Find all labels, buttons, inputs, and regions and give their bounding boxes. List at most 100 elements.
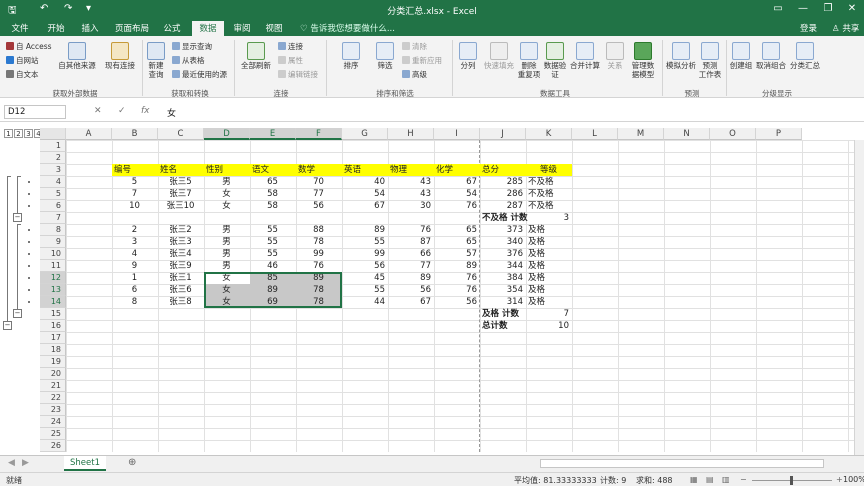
- table-row-cell[interactable]: 55: [250, 236, 296, 248]
- table-row-cell[interactable]: 354: [480, 284, 526, 296]
- column-header-p[interactable]: P: [756, 128, 802, 140]
- table-row-cell[interactable]: 8: [112, 296, 158, 308]
- table-row-cell[interactable]: 2: [112, 224, 158, 236]
- table-row-cell[interactable]: 9: [112, 260, 158, 272]
- table-row-cell[interactable]: 78: [296, 236, 342, 248]
- close-button[interactable]: ✕: [842, 3, 862, 14]
- header-cell[interactable]: 物理: [388, 164, 434, 176]
- table-row-cell[interactable]: 373: [480, 224, 526, 236]
- table-row-cell[interactable]: 55: [342, 236, 388, 248]
- row-header-2[interactable]: 2: [40, 152, 66, 164]
- tab-review[interactable]: 审阅: [228, 22, 256, 34]
- table-row-cell[interactable]: 286: [480, 188, 526, 200]
- filter-button[interactable]: 筛选: [372, 42, 398, 70]
- table-row-cell[interactable]: 67: [342, 200, 388, 212]
- table-row-cell[interactable]: 376: [480, 248, 526, 260]
- ungroup-button[interactable]: 取消组合: [754, 42, 788, 70]
- new-query-button[interactable]: 新建 查询: [144, 42, 168, 79]
- add-sheet-icon[interactable]: ⊕: [128, 457, 136, 468]
- table-row-cell[interactable]: 56: [342, 260, 388, 272]
- table-row-cell[interactable]: 40: [342, 176, 388, 188]
- sort-button[interactable]: 排序: [338, 42, 364, 70]
- table-row-cell[interactable]: 287: [480, 200, 526, 212]
- from-access-button[interactable]: 自 Access: [6, 42, 52, 51]
- table-row-cell[interactable]: 76: [296, 260, 342, 272]
- relationships-button[interactable]: 关系: [604, 42, 626, 70]
- table-row-cell[interactable]: 不及格: [526, 200, 572, 212]
- from-other-sources-button[interactable]: 自其他来源: [56, 42, 98, 70]
- tab-data[interactable]: 数据: [192, 21, 224, 36]
- grand-total-label[interactable]: 总计数: [480, 320, 526, 332]
- from-text-button[interactable]: 自文本: [6, 70, 39, 79]
- row-header-6[interactable]: 6: [40, 200, 66, 212]
- row-header-9[interactable]: 9: [40, 236, 66, 248]
- column-header-g[interactable]: G: [342, 128, 388, 140]
- sheet-prev-icon[interactable]: ◀: [8, 458, 15, 468]
- table-row-cell[interactable]: 男: [204, 236, 250, 248]
- table-row-cell[interactable]: 男: [204, 224, 250, 236]
- row-header-4[interactable]: 4: [40, 176, 66, 188]
- table-row-cell[interactable]: 77: [388, 260, 434, 272]
- column-header-e[interactable]: E: [250, 128, 296, 140]
- table-row-cell[interactable]: 女: [204, 296, 250, 308]
- table-row-cell[interactable]: 女: [204, 272, 250, 284]
- enter-icon[interactable]: ✓: [118, 106, 126, 116]
- table-row-cell[interactable]: 及格: [526, 236, 572, 248]
- table-row-cell[interactable]: 67: [434, 176, 480, 188]
- table-row-cell[interactable]: 不及格: [526, 188, 572, 200]
- flash-fill-button[interactable]: 快速填充: [482, 42, 516, 70]
- row-header-10[interactable]: 10: [40, 248, 66, 260]
- subtotal-label[interactable]: 不及格 计数: [480, 212, 527, 224]
- column-header-b[interactable]: B: [112, 128, 158, 140]
- table-row-cell[interactable]: 张三7: [158, 188, 204, 200]
- outline-level-2[interactable]: 2: [14, 129, 23, 138]
- zoom-level[interactable]: 100%: [843, 475, 864, 484]
- vertical-scrollbar[interactable]: [854, 140, 864, 455]
- table-row-cell[interactable]: 5: [112, 176, 158, 188]
- zoom-slider-thumb[interactable]: [790, 476, 793, 485]
- row-header-22[interactable]: 22: [40, 392, 66, 404]
- table-row-cell[interactable]: 43: [388, 176, 434, 188]
- select-all-corner[interactable]: [40, 128, 66, 140]
- row-header-16[interactable]: 16: [40, 320, 66, 332]
- table-row-cell[interactable]: 及格: [526, 260, 572, 272]
- show-queries-button[interactable]: 显示查询: [172, 42, 212, 51]
- table-row-cell[interactable]: 7: [112, 188, 158, 200]
- sheet-tab-sheet1[interactable]: Sheet1: [64, 456, 106, 471]
- remove-duplicates-button[interactable]: 删除 重复项: [516, 42, 542, 79]
- tell-me-search[interactable]: ♡ 告诉我您想要做什么...: [300, 22, 395, 34]
- text-to-columns-button[interactable]: 分列: [456, 42, 480, 70]
- table-row-cell[interactable]: 10: [112, 200, 158, 212]
- table-row-cell[interactable]: 314: [480, 296, 526, 308]
- row-header-11[interactable]: 11: [40, 260, 66, 272]
- collapse-group-fail[interactable]: −: [13, 213, 22, 222]
- row-header-26[interactable]: 26: [40, 440, 66, 452]
- outline-level-1[interactable]: 1: [4, 129, 13, 138]
- horizontal-scrollbar[interactable]: [540, 459, 824, 468]
- table-row-cell[interactable]: 张三1: [158, 272, 204, 284]
- row-header-5[interactable]: 5: [40, 188, 66, 200]
- table-row-cell[interactable]: 张三3: [158, 236, 204, 248]
- table-row-cell[interactable]: 58: [250, 200, 296, 212]
- subtotal-label[interactable]: 及格 计数: [480, 308, 526, 320]
- header-cell[interactable]: 性别: [204, 164, 250, 176]
- column-header-n[interactable]: N: [664, 128, 710, 140]
- table-row-cell[interactable]: 65: [434, 236, 480, 248]
- table-row-cell[interactable]: 张三4: [158, 248, 204, 260]
- table-row-cell[interactable]: 89: [250, 284, 296, 296]
- table-row-cell[interactable]: 78: [296, 296, 342, 308]
- properties-button[interactable]: 属性: [278, 56, 303, 65]
- table-row-cell[interactable]: 87: [388, 236, 434, 248]
- table-row-cell[interactable]: 56: [388, 284, 434, 296]
- manage-data-model-button[interactable]: 管理数 据模型: [628, 42, 658, 79]
- table-row-cell[interactable]: 及格: [526, 296, 572, 308]
- data-validation-button[interactable]: 数据验 证: [542, 42, 568, 79]
- restore-button[interactable]: ❐: [818, 3, 838, 14]
- table-row-cell[interactable]: 张三9: [158, 260, 204, 272]
- existing-connections-button[interactable]: 现有连接: [102, 42, 138, 70]
- table-row-cell[interactable]: 不及格: [526, 176, 572, 188]
- column-header-h[interactable]: H: [388, 128, 434, 140]
- table-row-cell[interactable]: 3: [112, 236, 158, 248]
- cancel-icon[interactable]: ✕: [94, 106, 102, 116]
- clear-filter-button[interactable]: 清除: [402, 42, 427, 51]
